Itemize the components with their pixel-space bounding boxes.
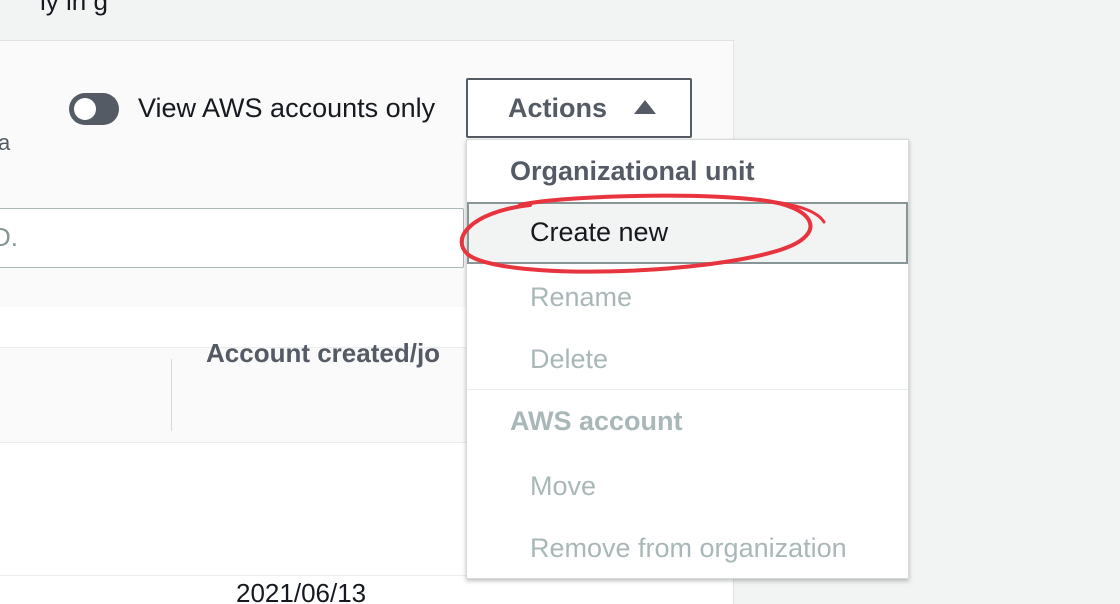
- view-aws-accounts-only-toggle[interactable]: [69, 93, 119, 125]
- search-placeholder: D.: [0, 222, 18, 252]
- menu-item-move[interactable]: Move: [467, 456, 908, 518]
- menu-item-create-new[interactable]: Create new: [467, 202, 908, 264]
- actions-button-label: Actions: [508, 93, 608, 123]
- actions-button[interactable]: Actions: [466, 78, 692, 138]
- menu-divider: [467, 389, 908, 390]
- panel-description-cut: a: [0, 130, 11, 155]
- view-aws-accounts-only-label[interactable]: View AWS accounts only: [138, 93, 435, 124]
- caret-up-icon: [634, 100, 656, 114]
- menu-item-label: Create new: [530, 217, 669, 247]
- column-divider: [171, 359, 172, 431]
- toggle-knob: [74, 98, 96, 120]
- account-created-column-header[interactable]: Account created/jo: [206, 338, 440, 369]
- menu-item-label: Move: [530, 471, 597, 501]
- account-created-date: 2021/06/13: [236, 578, 367, 604]
- actions-dropdown-menu: Organizational unit Create new Rename De…: [466, 139, 909, 579]
- menu-item-rename[interactable]: Rename: [467, 267, 908, 329]
- menu-group-organizational-unit: Organizational unit: [510, 156, 755, 186]
- menu-group-aws-account: AWS account: [510, 406, 683, 436]
- menu-item-label: Delete: [530, 344, 609, 374]
- page-description-cut: ly in g: [40, 0, 108, 16]
- aws-organizations-screen: ly in g Account created/jo 2021/06/13 Vi…: [0, 0, 1120, 604]
- menu-item-label: Rename: [530, 282, 633, 312]
- menu-item-label: Remove from organization: [530, 533, 847, 563]
- menu-item-delete[interactable]: Delete: [467, 329, 908, 391]
- search-input[interactable]: [0, 208, 464, 268]
- menu-item-remove-from-organization[interactable]: Remove from organization: [467, 518, 908, 580]
